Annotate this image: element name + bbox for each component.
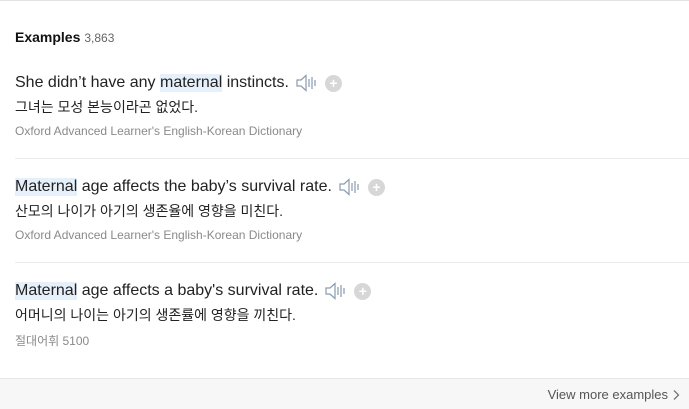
example-item: Maternal age affects the baby’s survival… (15, 176, 689, 242)
example-translation: 그녀는 모성 본능이라곤 없었다. (15, 99, 198, 115)
view-more-label: View more examples (547, 387, 668, 402)
top-divider (0, 0, 689, 1)
examples-footer: View more examples (0, 378, 689, 409)
view-more-examples-link[interactable]: View more examples (548, 387, 680, 402)
examples-title: Examples (15, 29, 81, 45)
example-source: Oxford Advanced Learner's English-Korean… (15, 228, 303, 242)
example-divider (15, 158, 689, 159)
highlighted-term: Maternal (15, 178, 78, 196)
example-divider (15, 262, 689, 263)
speaker-icon[interactable] (295, 73, 319, 93)
plus-icon[interactable]: + (367, 178, 385, 196)
example-source: 절대어휘 5100 (15, 334, 90, 348)
highlighted-term: maternal (160, 74, 223, 92)
speaker-icon[interactable] (338, 177, 362, 197)
examples-count: 3,863 (84, 31, 115, 45)
sentence-after: instincts. (222, 74, 289, 91)
example-sentence: Maternal age affects the baby’s survival… (15, 176, 689, 198)
sentence-after: age affects the baby’s survival rate. (77, 178, 332, 195)
sentence-after: age affects a baby's survival rate. (77, 282, 319, 299)
example-translation: 산모의 나이가 아기의 생존율에 영향을 미친다. (15, 203, 284, 219)
examples-panel: Examples 3,863 She didn’t have any mater… (0, 0, 689, 409)
speaker-icon[interactable] (324, 281, 348, 301)
examples-header: Examples 3,863 (15, 29, 114, 45)
plus-icon[interactable]: + (324, 74, 342, 92)
example-translation: 어머니의 나이는 아기의 생존률에 영향을 끼친다. (15, 307, 296, 323)
example-sentence: She didn’t have any maternal instincts. … (15, 72, 689, 94)
sentence-before: She didn’t have any (15, 74, 160, 91)
example-sentence: Maternal age affects a baby's survival r… (15, 280, 689, 302)
chevron-right-icon (672, 389, 680, 401)
example-item: She didn’t have any maternal instincts. … (15, 72, 689, 138)
highlighted-term: Maternal (15, 282, 78, 300)
example-source: Oxford Advanced Learner's English-Korean… (15, 124, 303, 138)
example-item: Maternal age affects a baby's survival r… (15, 280, 689, 349)
plus-icon[interactable]: + (354, 282, 372, 300)
